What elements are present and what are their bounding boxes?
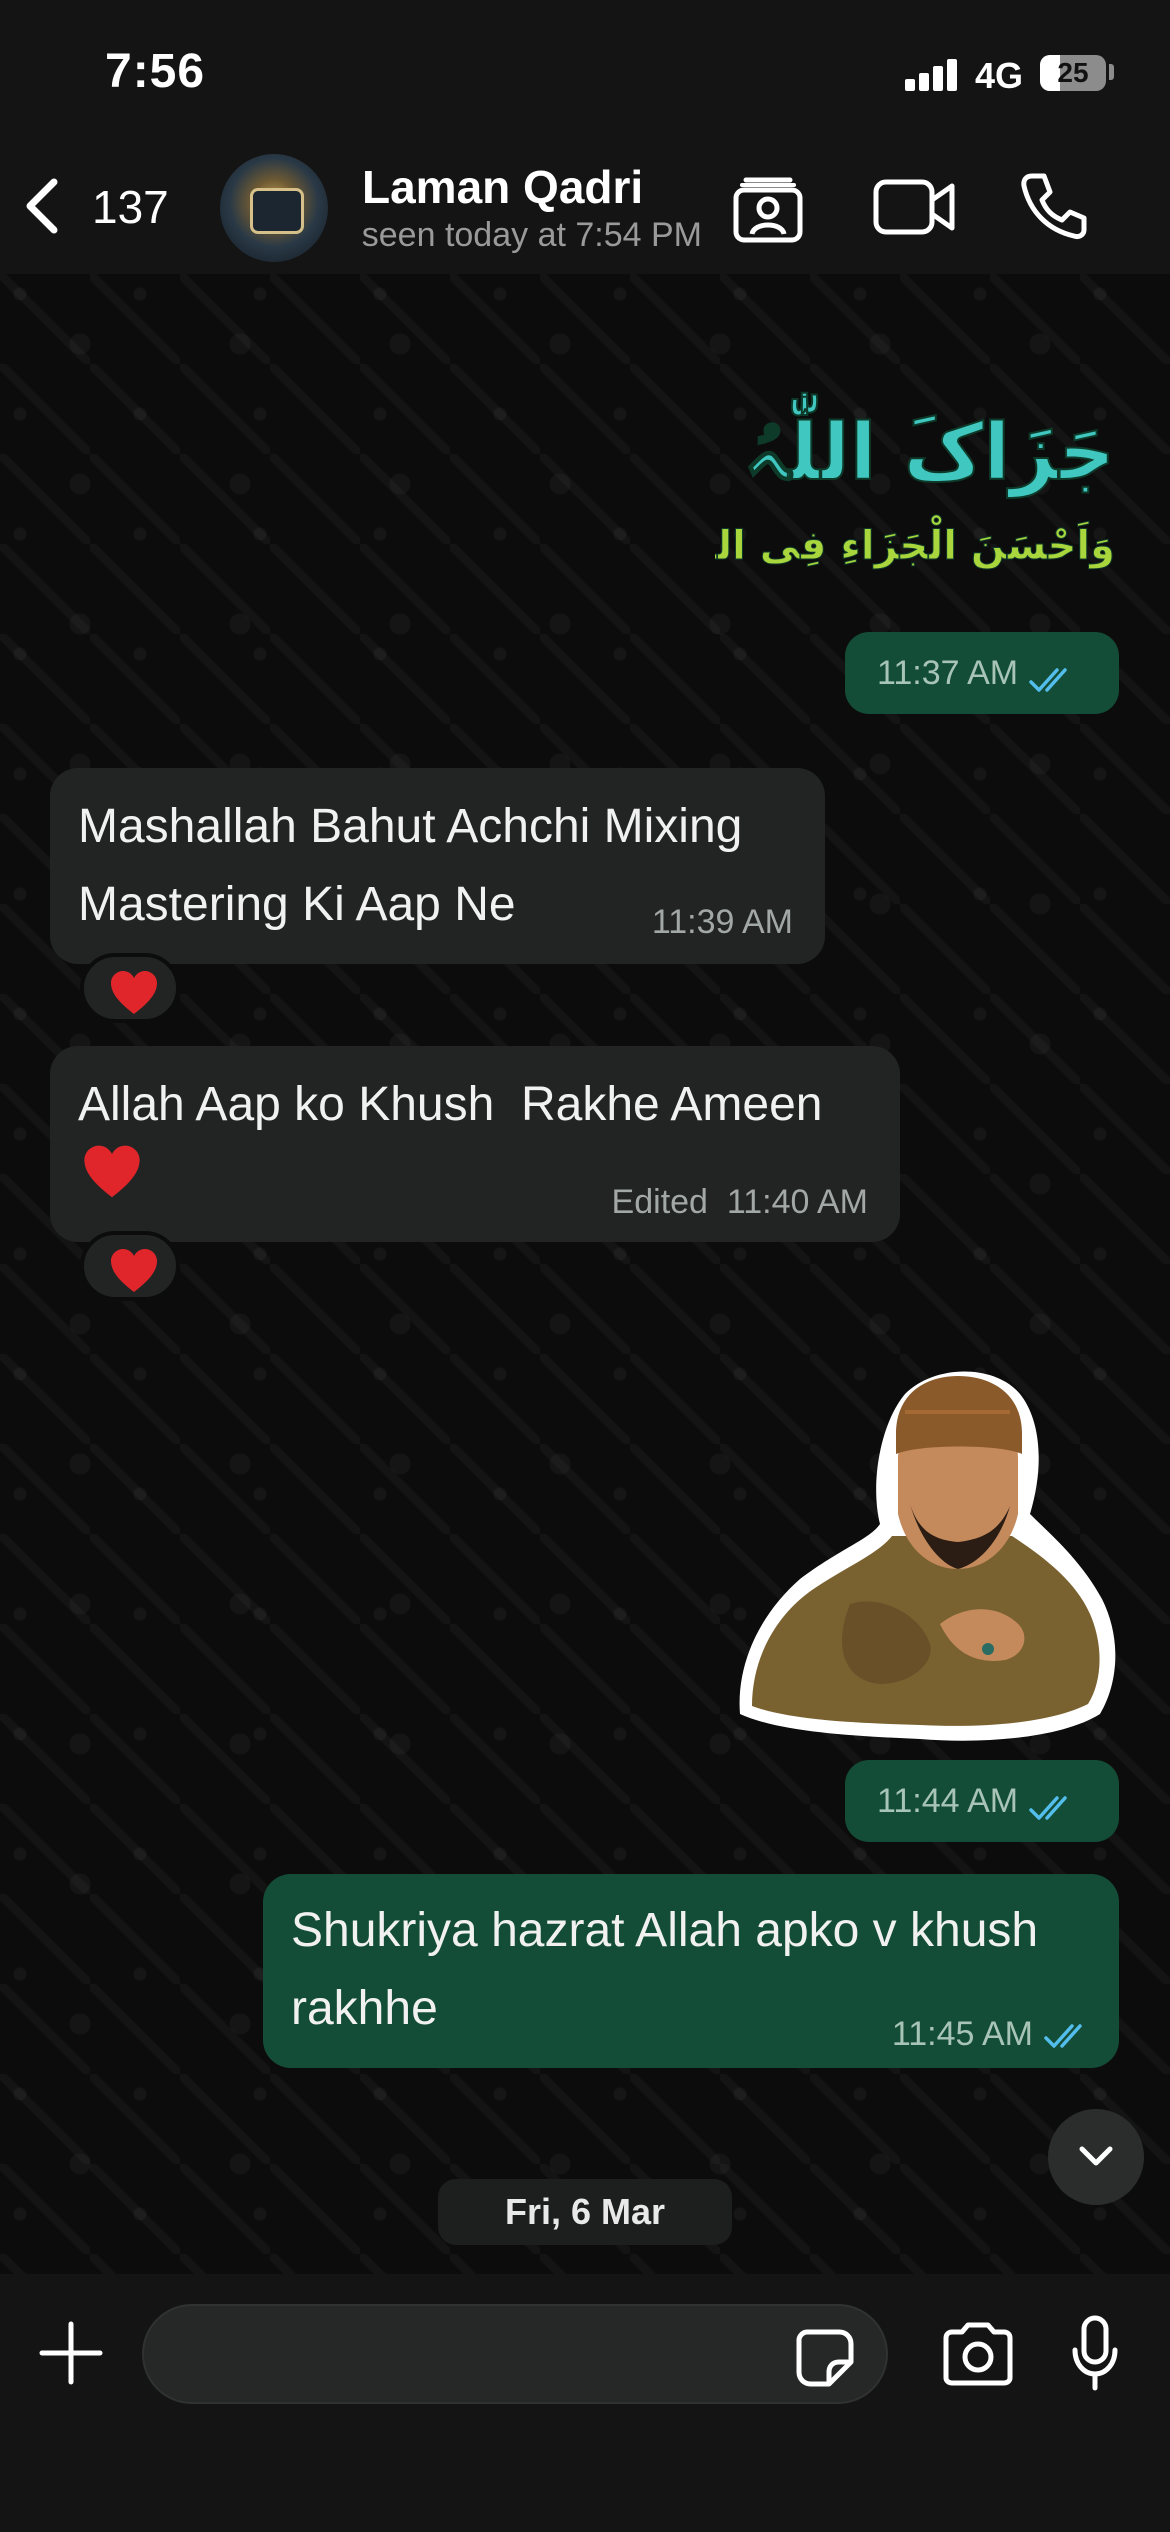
- edited-label: Edited: [611, 1183, 708, 1221]
- sticker-text-line2: وَاَحْسَنَ الْجَزَاءِ فِی الدُّنْیَا وَا…: [715, 515, 1115, 569]
- sticker-time-pill: 11:37 AM: [845, 632, 1119, 714]
- reaction-badge[interactable]: [80, 953, 180, 1023]
- chat-header: 137 Laman Qadri last seen today at 7:54 …: [0, 140, 1170, 274]
- jazakallah-sticker[interactable]: جَزَاکَ اللّٰہُ خَیْرًا وَاَحْسَنَ الْجَ…: [715, 364, 1125, 674]
- message-time: 11:44 AM: [877, 1782, 1019, 1820]
- message-time: 11:37 AM: [877, 654, 1019, 692]
- message-bubble-incoming[interactable]: Allah Aap ko Khush Rakhe Ameen Edited 11…: [50, 1046, 900, 1242]
- sticker-icon[interactable]: [795, 2328, 855, 2388]
- video-camera-icon[interactable]: [872, 174, 956, 240]
- red-heart-icon: [111, 971, 157, 1014]
- avatar[interactable]: [220, 154, 328, 262]
- chevron-down-icon: [1079, 2146, 1113, 2166]
- battery-icon: 25: [1040, 55, 1106, 91]
- red-heart-icon: [84, 1145, 140, 1198]
- message-bubble-incoming[interactable]: Mashallah Bahut Achchi Mixing Mastering …: [50, 768, 825, 964]
- message-meta: Edited 11:40 AM: [612, 1183, 868, 1222]
- chat-area[interactable]: جَزَاکَ اللّٰہُ خَیْرًا وَاَحْسَنَ الْجَ…: [0, 274, 1170, 2274]
- plus-icon[interactable]: [36, 2318, 106, 2388]
- message-time: 11:40 AM: [726, 1183, 868, 1221]
- status-bar: 7:56 4G 25: [0, 0, 1170, 140]
- message-time: 11:45 AM: [891, 2015, 1033, 2053]
- reaction-badge[interactable]: [80, 1231, 180, 1301]
- contact-card-icon[interactable]: [730, 170, 806, 246]
- last-seen-status: last seen today at 7:54 PM: [362, 216, 702, 254]
- status-time: 7:56: [105, 45, 206, 98]
- double-check-icon: [1044, 2024, 1082, 2048]
- message-meta: 11:45 AM: [892, 2015, 1091, 2054]
- message-time: 11:39 AM: [651, 903, 793, 941]
- input-bar: [0, 2274, 1170, 2532]
- scroll-to-bottom-button[interactable]: [1048, 2109, 1144, 2205]
- microphone-icon[interactable]: [1070, 2314, 1120, 2394]
- double-check-icon: [1029, 1796, 1067, 1820]
- back-button[interactable]: 137: [22, 172, 182, 242]
- date-separator: Fri, 6 Mar: [438, 2179, 732, 2245]
- double-check-icon: [1029, 668, 1067, 692]
- battery-level: 25: [1057, 57, 1089, 88]
- signal-icon: [905, 57, 959, 91]
- phone-icon[interactable]: [1018, 170, 1090, 242]
- red-heart-icon: [111, 1249, 157, 1292]
- camera-icon[interactable]: [940, 2322, 1016, 2386]
- message-input[interactable]: [142, 2304, 888, 2404]
- network-type: 4G: [975, 55, 1024, 96]
- unread-count: 137: [92, 181, 169, 233]
- praying-man-sticker[interactable]: [730, 1364, 1122, 1744]
- chevron-left-icon: [26, 178, 58, 234]
- sticker-time-pill: 11:44 AM: [845, 1760, 1119, 1842]
- sticker-text-line1: جَزَاکَ اللّٰہُ خَیْرًا: [715, 392, 1115, 498]
- message-text: Allah Aap ko Khush Rakhe Ameen: [78, 1078, 823, 1131]
- message-bubble-outgoing[interactable]: Shukriya hazrat Allah apko v khush rakhh…: [263, 1874, 1119, 2068]
- contact-name[interactable]: Laman Qadri: [362, 160, 643, 214]
